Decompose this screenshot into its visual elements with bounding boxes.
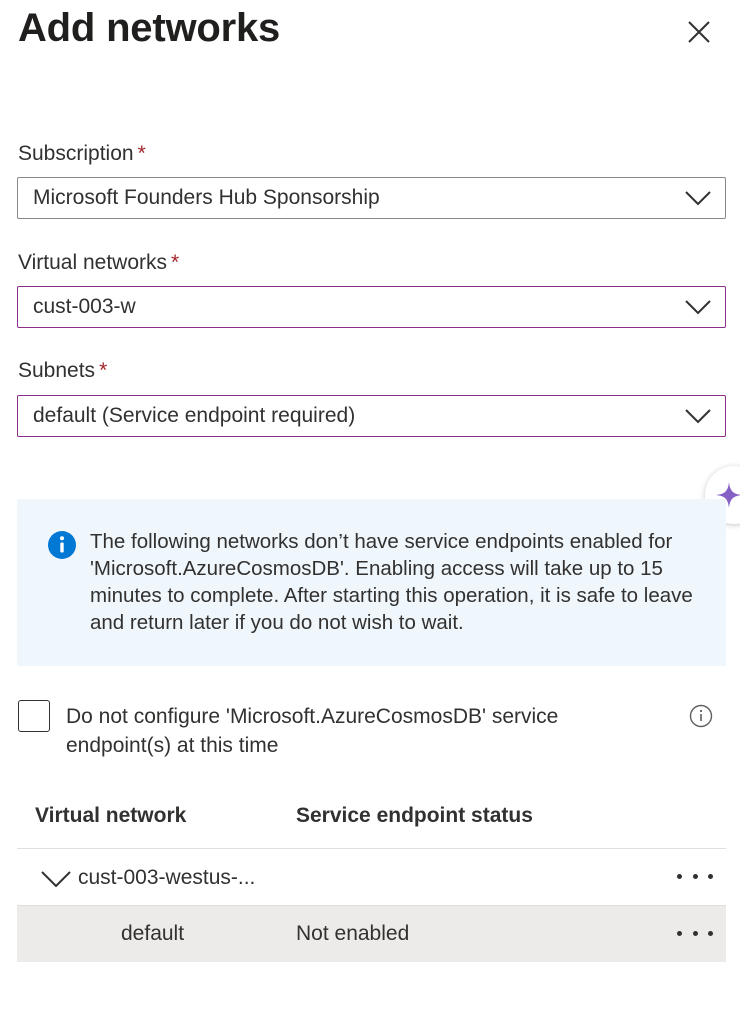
- required-marker: *: [99, 359, 108, 382]
- table-row-subnet-name: default: [121, 922, 185, 945]
- virtual-networks-dropdown[interactable]: cust-003-w: [17, 286, 726, 328]
- chevron-down-icon: [685, 409, 711, 424]
- close-button[interactable]: [682, 15, 716, 49]
- subnets-value: default (Service endpoint required): [33, 404, 356, 427]
- virtual-networks-label: Virtual networks *: [18, 251, 179, 275]
- more-dot: [692, 873, 698, 879]
- required-marker: *: [137, 142, 146, 165]
- info-icon: [689, 704, 713, 728]
- subscription-label: Subscription *: [18, 142, 146, 166]
- row-more-button[interactable]: [677, 922, 713, 944]
- more-dot: [708, 873, 713, 879]
- subnets-label: Subnets *: [18, 359, 107, 383]
- subscription-label-text: Subscription: [18, 142, 134, 165]
- required-marker: *: [171, 251, 180, 274]
- close-icon: [688, 21, 710, 43]
- chevron-down-icon: [685, 300, 711, 315]
- more-dot: [708, 930, 713, 936]
- column-header-virtual-network[interactable]: Virtual network: [35, 804, 186, 828]
- skip-service-endpoint-checkbox[interactable]: [18, 700, 50, 732]
- info-message-bar: The following networks don’t have servic…: [17, 499, 726, 666]
- subnets-dropdown[interactable]: default (Service endpoint required): [17, 395, 726, 437]
- checkbox-info-button[interactable]: [689, 704, 713, 733]
- subscription-value: Microsoft Founders Hub Sponsorship: [33, 186, 380, 209]
- skip-service-endpoint-label: Do not configure 'Microsoft.AzureCosmosD…: [66, 705, 559, 757]
- header-divider: [17, 848, 726, 849]
- more-dot: [677, 873, 682, 879]
- row-more-button[interactable]: [677, 865, 713, 887]
- chevron-down-icon: [685, 191, 711, 206]
- virtual-networks-value: cust-003-w: [33, 295, 136, 318]
- info-icon: [48, 531, 76, 559]
- subscription-dropdown[interactable]: Microsoft Founders Hub Sponsorship: [17, 177, 726, 219]
- more-dot: [692, 930, 698, 936]
- panel-title: Add networks: [18, 6, 281, 50]
- subnets-label-text: Subnets: [18, 359, 96, 382]
- table-row-subnet-status: Not enabled: [296, 922, 410, 945]
- column-header-endpoint-status[interactable]: Service endpoint status: [296, 804, 533, 828]
- virtual-networks-label-text: Virtual networks: [18, 251, 168, 274]
- info-message-text: The following networks don’t have servic…: [90, 530, 693, 634]
- chevron-down-icon: [41, 871, 71, 888]
- expand-row-button[interactable]: [40, 868, 72, 895]
- table-row-vnet-name[interactable]: cust-003-westus-...: [78, 866, 255, 890]
- more-dot: [677, 930, 682, 936]
